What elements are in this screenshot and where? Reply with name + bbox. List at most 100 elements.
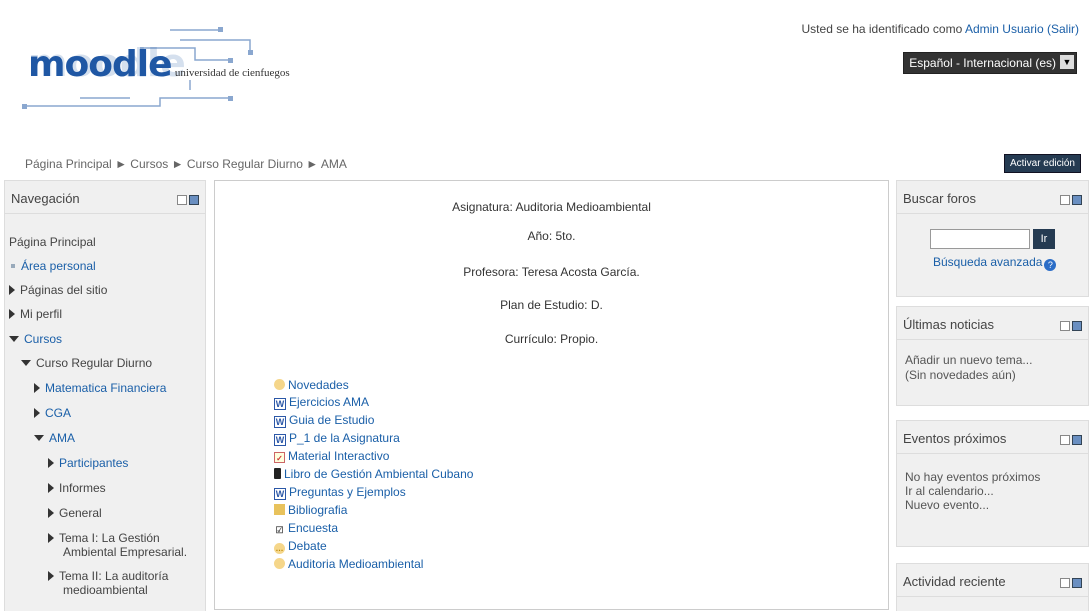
search-go-button[interactable]: Ir bbox=[1033, 229, 1055, 249]
upcoming-events-title: Eventos próximos bbox=[903, 431, 1007, 446]
page-header: moodle moodle universidad de cienfuegos … bbox=[0, 0, 1091, 128]
course-plan: Plan de Estudio: D. bbox=[500, 298, 603, 312]
nav-item-participantes[interactable]: Participantes bbox=[48, 456, 128, 470]
nav-item-tema-2[interactable]: Tema II: La auditoría bbox=[48, 569, 168, 583]
folder-icon bbox=[274, 504, 285, 515]
advanced-search-link[interactable]: Búsqueda avanzada bbox=[933, 255, 1042, 269]
nav-item-paginas-sitio[interactable]: Páginas del sitio bbox=[9, 283, 107, 297]
resource-label: Encuesta bbox=[288, 521, 339, 535]
breadcrumb-separator: ► bbox=[306, 157, 319, 171]
nav-item-label: Mi perfil bbox=[20, 307, 63, 321]
course-subject: Asignatura: Auditoria Medioambiental bbox=[452, 200, 651, 214]
language-select[interactable]: Español - Internacional (es) ▼ bbox=[903, 52, 1077, 74]
word-icon: W bbox=[274, 416, 286, 428]
resource-label: Preguntas y Ejemplos bbox=[289, 485, 406, 499]
logout-link[interactable]: (Salir) bbox=[1047, 22, 1079, 36]
collapse-icon[interactable] bbox=[1060, 194, 1070, 205]
nav-item-mi-perfil[interactable]: Mi perfil bbox=[9, 307, 62, 321]
nav-item-informes[interactable]: Informes bbox=[48, 481, 106, 495]
collapse-icon[interactable] bbox=[1060, 320, 1070, 331]
resource-link[interactable]: Auditoria Medioambiental bbox=[274, 557, 423, 571]
survey-icon: ☑ bbox=[275, 525, 284, 535]
breadcrumb-curso-regular[interactable]: Curso Regular Diurno bbox=[187, 157, 303, 171]
navigation-block-title: Navegación bbox=[11, 191, 80, 206]
dock-icon[interactable] bbox=[1072, 194, 1082, 205]
resource-label: Guia de Estudio bbox=[289, 413, 375, 427]
forum-icon bbox=[274, 379, 285, 390]
go-to-calendar-link[interactable]: Ir al calendario... bbox=[905, 484, 994, 498]
dock-icon[interactable] bbox=[1072, 320, 1082, 331]
collapse-icon[interactable] bbox=[1060, 434, 1070, 445]
search-forums-title: Buscar foros bbox=[903, 191, 976, 206]
resource-link[interactable]: W P_1 de la Asignatura bbox=[274, 431, 400, 446]
nav-item-label: Área personal bbox=[21, 259, 96, 273]
nav-item-curso-regular[interactable]: Curso Regular Diurno bbox=[21, 356, 152, 370]
bullet-icon bbox=[11, 264, 15, 268]
resource-link[interactable]: … Debate bbox=[274, 539, 327, 554]
breadcrumb-ama[interactable]: AMA bbox=[321, 157, 347, 171]
site-logo[interactable]: moodle moodle universidad de cienfuegos bbox=[20, 18, 310, 118]
resource-label: P_1 de la Asignatura bbox=[289, 431, 400, 445]
search-forums-header: Buscar foros bbox=[897, 181, 1088, 214]
no-events-text: No hay eventos próximos bbox=[905, 470, 1041, 484]
expand-arrow-icon bbox=[34, 383, 40, 393]
nav-item-ama[interactable]: AMA bbox=[34, 431, 75, 445]
expand-arrow-icon bbox=[48, 483, 54, 493]
upcoming-events-header: Eventos próximos bbox=[897, 421, 1088, 454]
resource-link[interactable]: W Ejercicios AMA bbox=[274, 395, 369, 410]
logo-subtitle: universidad de cienfuegos bbox=[174, 67, 290, 79]
resource-link[interactable]: ✓ Material Interactivo bbox=[274, 449, 389, 463]
collapse-icon[interactable] bbox=[1060, 577, 1070, 588]
course-curriculum: Currículo: Propio. bbox=[504, 332, 599, 346]
nav-item-label: Cursos bbox=[24, 332, 63, 346]
dock-icon[interactable] bbox=[1072, 434, 1082, 445]
breadcrumb-home[interactable]: Página Principal bbox=[25, 157, 112, 171]
nav-item-label: AMA bbox=[49, 431, 76, 445]
resource-link[interactable]: ☑ Encuesta bbox=[274, 521, 338, 536]
scorm-icon: ✓ bbox=[274, 452, 285, 463]
help-icon[interactable]: ? bbox=[1044, 259, 1057, 271]
user-profile-link[interactable]: Admin Usuario bbox=[965, 22, 1044, 36]
nav-item-cursos[interactable]: Cursos bbox=[9, 332, 62, 346]
resource-link[interactable]: Bibliografia bbox=[274, 503, 347, 517]
turn-editing-on-button[interactable]: Activar edición bbox=[1003, 154, 1081, 173]
breadcrumb: Página Principal ► Cursos ► Curso Regula… bbox=[25, 157, 347, 171]
nav-item-general[interactable]: General bbox=[48, 506, 102, 520]
dock-icon[interactable] bbox=[1072, 577, 1082, 588]
nav-item-area-personal[interactable]: Área personal bbox=[9, 259, 96, 273]
add-news-topic-link[interactable]: Añadir un nuevo tema... bbox=[905, 353, 1032, 367]
latest-news-title: Últimas noticias bbox=[903, 317, 995, 332]
collapse-icon[interactable] bbox=[177, 194, 187, 205]
word-icon: W bbox=[274, 434, 286, 446]
nav-item-label: General bbox=[59, 506, 102, 520]
navigation-block-header: Navegación bbox=[5, 181, 205, 214]
resource-label: Auditoria Medioambiental bbox=[288, 557, 424, 571]
expand-arrow-icon bbox=[48, 533, 54, 543]
search-input[interactable] bbox=[930, 229, 1030, 249]
nav-item-tema-1[interactable]: Tema I: La Gestión bbox=[48, 531, 160, 545]
resource-link[interactable]: Libro de Gestión Ambiental Cubano bbox=[274, 467, 473, 481]
dock-icon[interactable] bbox=[189, 194, 199, 205]
resource-link[interactable]: W Guia de Estudio bbox=[274, 413, 374, 428]
collapse-arrow-icon bbox=[34, 435, 44, 441]
nav-item-home[interactable]: Página Principal bbox=[9, 235, 96, 249]
expand-arrow-icon bbox=[48, 458, 54, 468]
nav-item-tema-1-cont: Ambiental Empresarial. bbox=[63, 545, 188, 559]
nav-item-label: Páginas del sitio bbox=[20, 283, 108, 297]
advanced-search-row: Búsqueda avanzada? bbox=[933, 255, 1057, 271]
resource-link[interactable]: W Preguntas y Ejemplos bbox=[274, 485, 406, 500]
navbar: Página Principal ► Cursos ► Curso Regula… bbox=[0, 150, 1091, 176]
new-event-link[interactable]: Nuevo evento... bbox=[905, 498, 989, 512]
forum-icon bbox=[274, 558, 285, 569]
search-forums-block: Buscar foros Ir Búsqueda avanzada? bbox=[896, 180, 1089, 297]
expand-arrow-icon bbox=[34, 408, 40, 418]
expand-arrow-icon bbox=[48, 508, 54, 518]
nav-item-cga[interactable]: CGA bbox=[34, 406, 71, 420]
breadcrumb-cursos[interactable]: Cursos bbox=[130, 157, 168, 171]
nav-item-matematica[interactable]: Matematica Financiera bbox=[34, 381, 166, 395]
collapse-arrow-icon bbox=[21, 360, 31, 366]
chevron-down-icon[interactable]: ▼ bbox=[1060, 55, 1074, 69]
resource-label: Libro de Gestión Ambiental Cubano bbox=[284, 467, 474, 481]
resource-link[interactable]: Novedades bbox=[274, 378, 349, 392]
nav-item-label: Matematica Financiera bbox=[45, 381, 167, 395]
